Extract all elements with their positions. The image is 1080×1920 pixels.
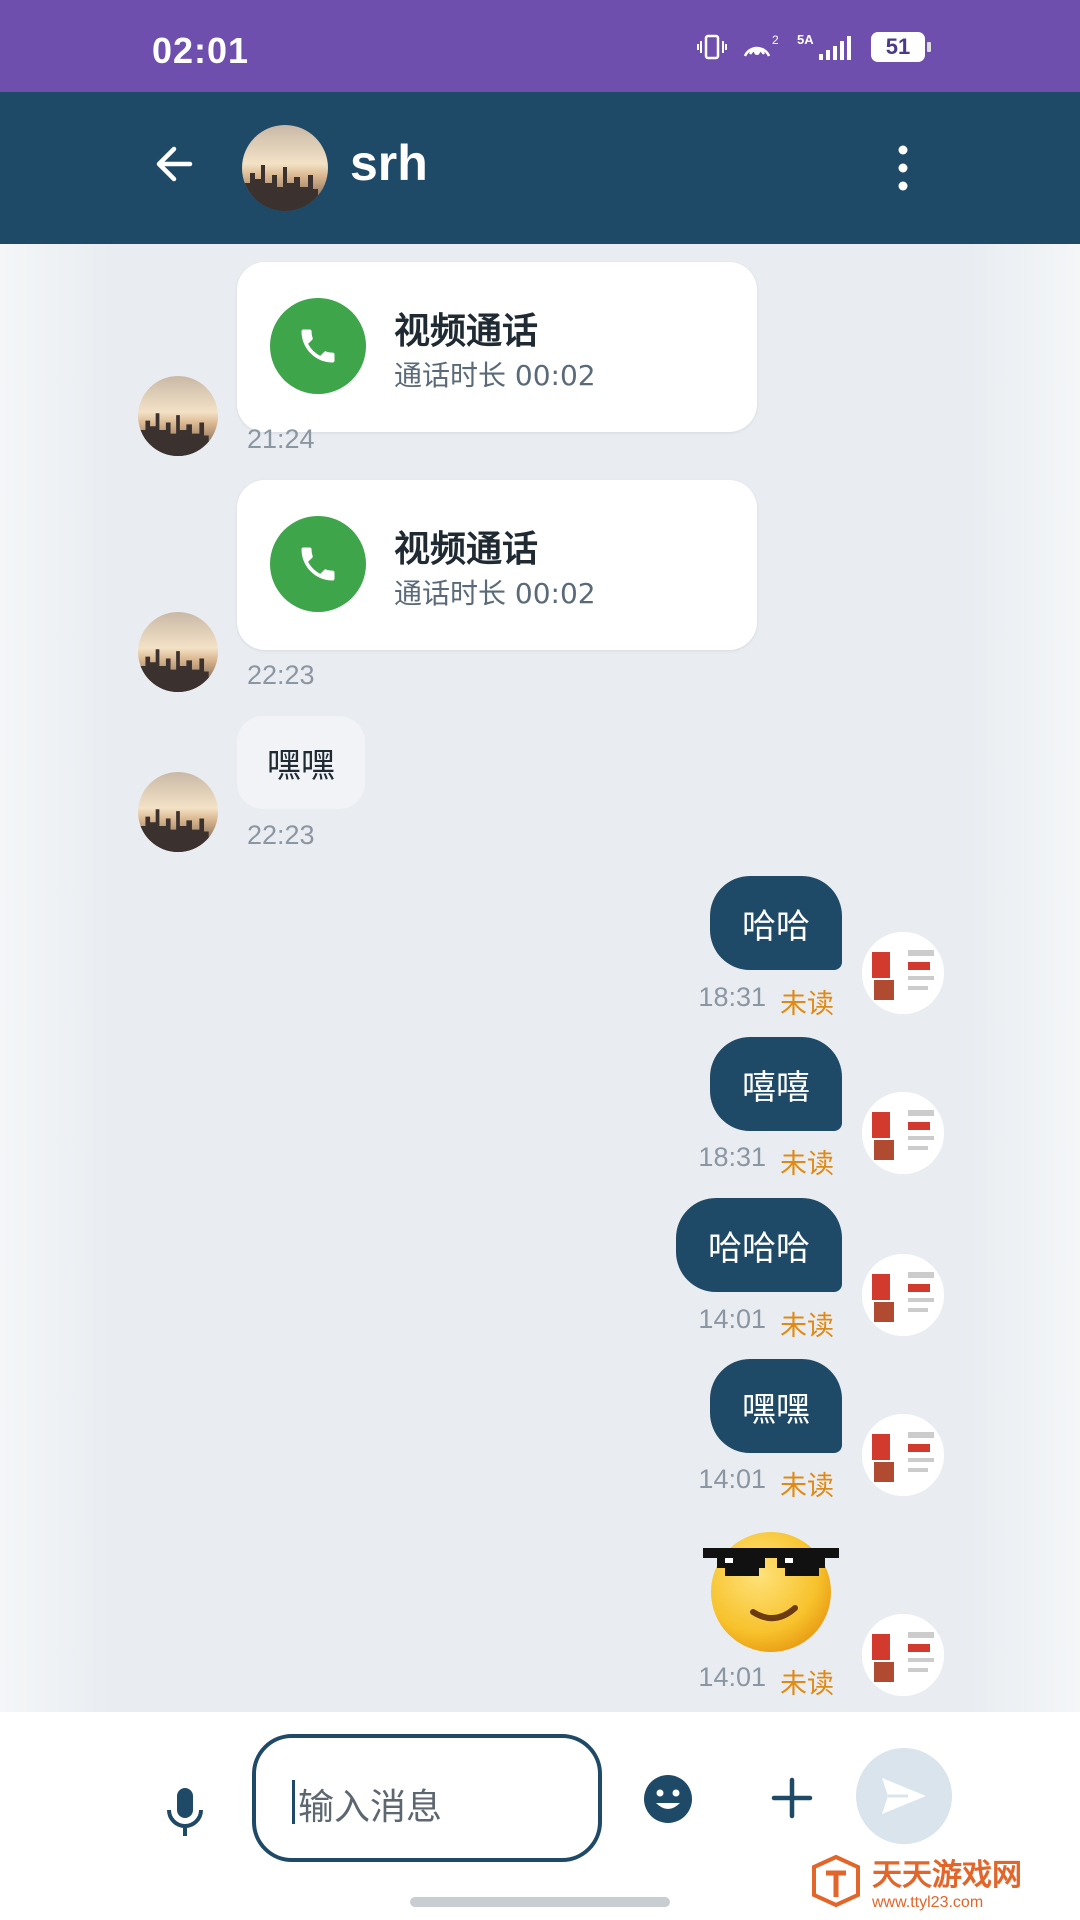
text-caret: [292, 1780, 295, 1824]
message-time: 21:24: [247, 424, 315, 454]
call-duration: 通话时长 00:02: [394, 577, 596, 610]
outgoing-message-bubble[interactable]: 哈哈: [710, 876, 842, 970]
video-call-card[interactable]: 视频通话 通话时长 00:02: [237, 480, 757, 650]
message-input[interactable]: 输入消息: [252, 1734, 602, 1862]
call-title: 视频通话: [394, 529, 539, 570]
message-time: 18:31: [698, 982, 766, 1012]
microphone-icon[interactable]: [165, 1786, 205, 1838]
message-input-placeholder: 输入消息: [298, 1787, 443, 1828]
more-vert-icon[interactable]: [888, 140, 918, 196]
message-meta: 14:01 未读: [698, 1304, 834, 1343]
site-watermark: 天天游戏网 www.ttyl23.com: [808, 1850, 1022, 1912]
send-button[interactable]: [856, 1748, 952, 1844]
my-avatar[interactable]: [862, 1254, 944, 1336]
video-call-card[interactable]: 视频通话 通话时长 00:02: [237, 262, 757, 432]
watermark-url: www.ttyl23.com: [872, 1894, 984, 1911]
message-time: 14:01: [698, 1662, 766, 1692]
incoming-message-bubble[interactable]: 嘿嘿: [237, 716, 365, 809]
svg-text:5A: 5A: [797, 32, 814, 47]
phone-icon: [270, 298, 366, 394]
phone-icon: [270, 516, 366, 612]
my-avatar[interactable]: [862, 1092, 944, 1174]
emoji-icon[interactable]: [643, 1774, 693, 1824]
unread-status: 未读: [780, 1471, 834, 1502]
watermark-name: 天天游戏网: [872, 1858, 1022, 1893]
unread-status: 未读: [780, 1149, 834, 1180]
status-icons: 2 5A 51: [697, 32, 931, 62]
home-indicator: [410, 1897, 670, 1907]
cool-sunglasses-emoji[interactable]: [703, 1520, 839, 1656]
unread-status: 未读: [780, 989, 834, 1020]
contact-avatar-small[interactable]: [138, 612, 218, 692]
contact-avatar[interactable]: [242, 125, 328, 211]
message-time: 22:23: [247, 820, 315, 850]
call-duration: 通话时长 00:02: [394, 359, 596, 392]
call-title: 视频通话: [394, 311, 539, 352]
contact-avatar-small[interactable]: [138, 376, 218, 456]
unread-status: 未读: [780, 1669, 834, 1700]
message-meta: 18:31 未读: [698, 1142, 834, 1181]
status-bar: 02:01 2 5A 51: [0, 0, 1080, 92]
contact-avatar-small[interactable]: [138, 772, 218, 852]
watermark-text: 天天游戏网 www.ttyl23.com: [872, 1850, 1022, 1912]
outgoing-message-bubble[interactable]: 嘻嘻: [710, 1037, 842, 1131]
message-meta: 14:01 未读: [698, 1464, 834, 1503]
send-icon: [882, 1778, 926, 1814]
message-list[interactable]: 视频通话 通话时长 00:02 21:24 视频通话 通话时长 00:02 22…: [0, 244, 1080, 1712]
hotspot-icon: 2: [741, 32, 783, 62]
message-time: 14:01: [698, 1464, 766, 1494]
status-time: 02:01: [152, 30, 250, 71]
message-time: 22:23: [247, 660, 315, 690]
contact-name: srh: [350, 135, 428, 191]
composer-bar: 输入消息 天天游戏网 www.ttyl23.com: [0, 1712, 1080, 1920]
back-arrow-icon[interactable]: [150, 139, 200, 189]
outgoing-message-bubble[interactable]: 哈哈哈: [676, 1198, 842, 1292]
my-avatar[interactable]: [862, 1414, 944, 1496]
outgoing-message-bubble[interactable]: 嘿嘿: [710, 1359, 842, 1453]
vibrate-icon: [697, 32, 727, 62]
signal-icon: 5A: [797, 32, 857, 62]
message-time: 14:01: [698, 1304, 766, 1334]
battery-icon: 51: [871, 32, 931, 62]
message-meta: 14:01 未读: [698, 1662, 834, 1701]
app-bar: srh: [0, 92, 1080, 244]
svg-text:2: 2: [772, 33, 779, 47]
add-attachment-icon[interactable]: [770, 1776, 814, 1820]
my-avatar[interactable]: [862, 932, 944, 1014]
my-avatar[interactable]: [862, 1614, 944, 1696]
message-time: 18:31: [698, 1142, 766, 1172]
watermark-logo-icon: [812, 1854, 860, 1908]
unread-status: 未读: [780, 1311, 834, 1342]
message-meta: 18:31 未读: [698, 982, 834, 1021]
